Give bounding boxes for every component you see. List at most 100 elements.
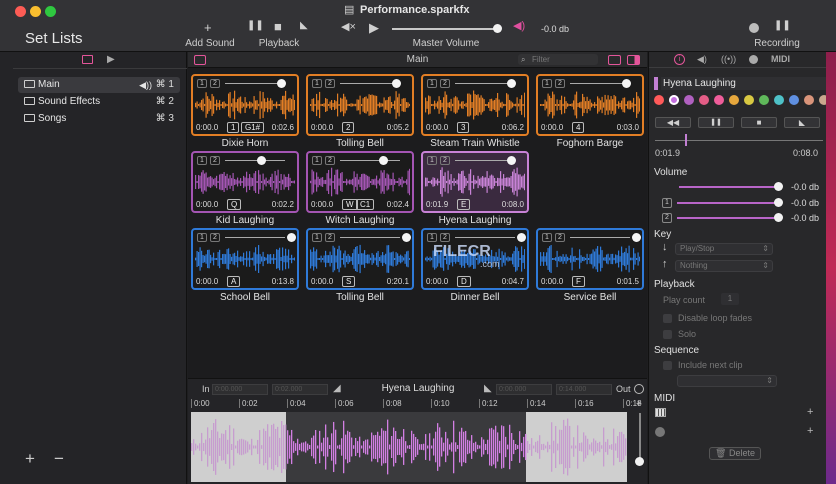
pad-volume-knob[interactable] (277, 79, 286, 88)
pad-volume-track[interactable] (570, 83, 630, 84)
add-sound-icon[interactable]: + (204, 20, 212, 35)
key-action-select[interactable]: Play/Stop ⇕ (675, 243, 773, 255)
color-swatch-option[interactable] (804, 95, 814, 105)
zoom-window-button[interactable] (45, 6, 56, 17)
channel-2-slider[interactable] (677, 217, 779, 219)
play-icon[interactable]: ▶ (369, 20, 379, 36)
pad-volume-track[interactable] (340, 237, 400, 238)
right-panel-toggle-icon[interactable] (627, 55, 640, 65)
disable-loop-checkbox[interactable] (663, 314, 672, 323)
pad-volume-knob[interactable] (402, 233, 411, 242)
in-field[interactable]: 0:00.000 (212, 384, 268, 395)
pad-volume-track[interactable] (340, 83, 400, 84)
fade-button[interactable]: ◣ (784, 117, 820, 128)
sound-pad[interactable]: 1 2 0:00.0 0:02.2 Q (191, 151, 299, 213)
mute-icon[interactable]: ◀× (341, 20, 356, 33)
channel-badge[interactable]: 1 (197, 156, 207, 165)
play-tab-icon[interactable]: ▶ (107, 54, 115, 65)
folder-tab-icon[interactable] (82, 55, 93, 64)
channel-badge[interactable]: 1 (312, 79, 322, 88)
volume-slider[interactable] (679, 186, 779, 188)
pad-volume-knob[interactable] (632, 233, 641, 242)
pad-volume-track[interactable] (225, 160, 285, 161)
add-midi-cc-button[interactable]: + (807, 425, 813, 437)
master-volume-knob[interactable] (493, 24, 502, 33)
zoom-out-icon[interactable] (634, 384, 644, 394)
pad-volume-track[interactable] (455, 83, 515, 84)
sidebar-item-songs[interactable]: Songs ⌘ 3 (18, 111, 180, 127)
record-tab-icon[interactable] (749, 55, 758, 64)
channel-badge[interactable]: 1 (542, 79, 552, 88)
sound-pad[interactable]: 1 2 0:01.9 0:08.0 E (421, 151, 529, 213)
channel-badge[interactable]: 1 (312, 233, 322, 242)
volume-knob[interactable] (774, 182, 783, 191)
pad-volume-track[interactable] (455, 160, 515, 161)
channel-1-slider[interactable] (677, 202, 779, 204)
pause-icon[interactable]: ❚❚ (247, 20, 264, 31)
pad-volume-knob[interactable] (622, 79, 631, 88)
channel-badge[interactable]: 2 (440, 79, 450, 88)
sound-pad[interactable]: 1 2 0:00.0 0:06.2 3 (421, 74, 529, 136)
channel-badge[interactable]: 1 (427, 156, 437, 165)
rewind-button[interactable]: ◀◀ (655, 117, 691, 128)
sound-pad[interactable]: 1 2 0:00.0 0:01.5 F (536, 228, 644, 290)
channel-badge[interactable]: 2 (555, 79, 565, 88)
position-marker[interactable] (685, 134, 687, 146)
channel-badge[interactable]: 2 (325, 233, 335, 242)
channel-badge[interactable]: 1 (542, 233, 552, 242)
clip-waveform[interactable] (191, 412, 627, 482)
zoom-slider-knob[interactable] (635, 457, 644, 466)
color-swatch-option[interactable] (789, 95, 799, 105)
solo-checkbox[interactable] (663, 330, 672, 339)
sound-pad[interactable]: 1 2 0:00.0 0:05.2 2 (306, 74, 414, 136)
include-next-checkbox[interactable] (663, 361, 672, 370)
stop-icon[interactable]: ■ (274, 19, 282, 34)
channel-1-knob[interactable] (774, 198, 783, 207)
color-swatch-option[interactable] (654, 95, 664, 105)
filter-input[interactable]: ⌕ Filter (518, 54, 598, 65)
channel-badge[interactable]: 1 (312, 156, 322, 165)
fade-out-icon[interactable]: ◣ (300, 20, 308, 31)
pad-volume-knob[interactable] (507, 156, 516, 165)
broadcast-tab-icon[interactable]: ((•)) (721, 54, 736, 64)
channel-badge[interactable]: 2 (210, 79, 220, 88)
volume-tab-icon[interactable]: ◀) (697, 54, 707, 65)
channel-badge[interactable]: 2 (555, 233, 565, 242)
channel-badge[interactable]: 1 (197, 233, 207, 242)
delete-button[interactable]: 🗑 Delete (709, 447, 761, 460)
sound-pad[interactable]: 1 2 0:00.0 0:02.6 1 G1# (191, 74, 299, 136)
sound-pad[interactable]: 1 2 0:00.0 0:20.1 S (306, 228, 414, 290)
pad-volume-track[interactable] (340, 160, 400, 161)
close-window-button[interactable] (15, 6, 26, 17)
master-volume-slider[interactable] (392, 28, 498, 30)
position-track[interactable] (655, 140, 823, 141)
add-midi-note-button[interactable]: + (807, 406, 813, 418)
out-field[interactable]: 0:00.000 (496, 384, 552, 395)
midi-tab-icon[interactable]: MIDI (771, 54, 790, 64)
pause-button[interactable]: ❚❚ (698, 117, 734, 128)
in-field-2[interactable]: 0:02.000 (272, 384, 328, 395)
sound-name-field[interactable]: Hyena Laughing (661, 77, 829, 90)
color-swatch-option[interactable] (714, 95, 724, 105)
sound-pad[interactable]: 1 2 0:00.0 0:02.4 W C1 (306, 151, 414, 213)
pad-volume-track[interactable] (225, 83, 285, 84)
pad-volume-track[interactable] (455, 237, 515, 238)
color-swatch-option[interactable] (699, 95, 709, 105)
remove-setlist-button[interactable]: − (54, 449, 64, 469)
channel-badge[interactable]: 2 (440, 156, 450, 165)
color-swatch-option[interactable] (744, 95, 754, 105)
pad-volume-knob[interactable] (379, 156, 388, 165)
record-pause-icon[interactable]: ❚❚ (774, 20, 791, 31)
record-icon[interactable] (749, 23, 759, 33)
pad-volume-knob[interactable] (517, 233, 526, 242)
color-swatch-option[interactable] (759, 95, 769, 105)
channel-2-knob[interactable] (774, 213, 783, 222)
key-value-select[interactable]: Nothing ⇕ (675, 260, 773, 272)
info-tab-icon[interactable]: i (674, 54, 685, 65)
sound-pad[interactable]: 1 2 0:00.0 0:03.0 4 (536, 74, 644, 136)
color-swatch-option[interactable] (684, 95, 694, 105)
fade-out-icon[interactable]: ◣ (484, 383, 492, 394)
add-sound-button[interactable]: Add Sound (181, 38, 239, 49)
channel-badge[interactable]: 1 (427, 79, 437, 88)
channel-badge[interactable]: 1 (427, 233, 437, 242)
